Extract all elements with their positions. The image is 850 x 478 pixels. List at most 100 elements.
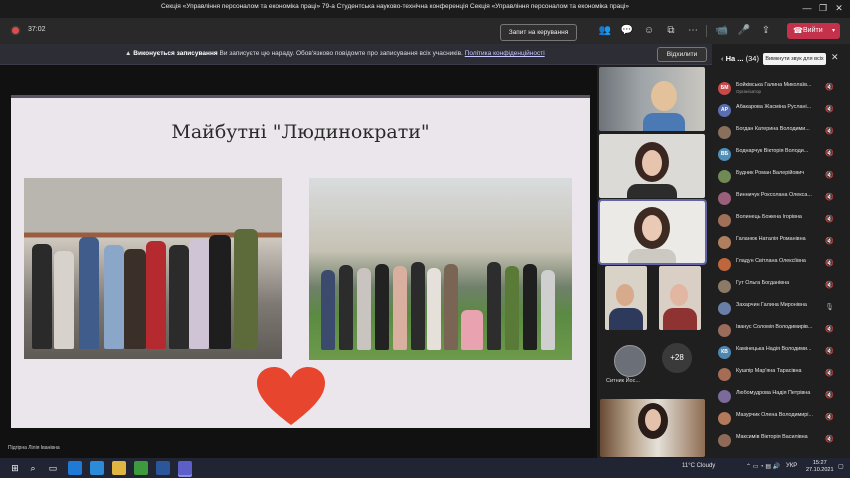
mute-all-tooltip[interactable]: Вимкнути звук для всіх (763, 53, 826, 65)
microphone-muted-icon[interactable]: 🔇 (825, 281, 834, 289)
participant-row[interactable]: КВ Камінецька Надія Володими... 🔇 (712, 342, 850, 364)
clock[interactable]: 15:27 27.10.2021 (806, 460, 834, 474)
system-tray-icons[interactable]: ⌃ ▭ ◔ ▤ 🔊 (746, 463, 780, 470)
camera-icon[interactable]: 📹 (715, 24, 729, 38)
microphone-muted-icon[interactable]: 🔇 (825, 127, 834, 135)
avatar (718, 126, 731, 139)
microphone-muted-icon[interactable]: 🔇 (825, 83, 834, 91)
share-screen-icon[interactable]: ⇪ (759, 24, 773, 38)
avatar (718, 434, 731, 447)
minimize-button[interactable]: — (800, 2, 814, 15)
microphone-on-icon[interactable]: 🎙 (825, 303, 834, 311)
meeting-timer: 37:02 (28, 26, 46, 33)
participant-avatar[interactable] (614, 345, 646, 377)
word-icon[interactable] (156, 461, 170, 475)
presentation-slide: Майбутні "Людинократи" (11, 95, 590, 428)
microphone-muted-icon[interactable]: 🔇 (825, 215, 834, 223)
microphone-muted-icon[interactable]: 🔇 (825, 105, 834, 113)
microphone-muted-icon[interactable]: 🔇 (825, 369, 834, 377)
avatar (718, 324, 731, 337)
participant-row[interactable]: Богдан Катерина Володими... 🔇 (712, 122, 850, 144)
participant-name: Абакарова Жасміна Руслані... (736, 104, 812, 110)
more-participants-badge[interactable]: +28 (662, 343, 692, 373)
reactions-icon[interactable]: ☺ (642, 24, 656, 38)
weather-widget[interactable]: 11°C Cloudy (682, 463, 715, 469)
leave-label: Вийти (803, 27, 823, 34)
microphone-muted-icon[interactable]: 🔇 (825, 149, 834, 157)
microphone-muted-icon[interactable]: 🔇 (825, 325, 834, 333)
store-icon[interactable] (90, 461, 104, 475)
participant-name: Камінецька Надія Володими... (736, 346, 812, 352)
recording-banner-text: ▲ Виконується записування Ви записуєте ц… (125, 50, 545, 57)
notifications-icon[interactable]: ▢ (838, 463, 844, 470)
participant-row[interactable]: Максимів Вікторія Василівна 🔇 (712, 430, 850, 452)
microphone-muted-icon[interactable]: 🔇 (825, 391, 834, 399)
search-icon[interactable]: ⌕ (26, 461, 40, 475)
participant-name: Волинець Божена Ігорівна (736, 214, 802, 220)
video-tile-2[interactable] (599, 134, 705, 198)
video-tile-1[interactable] (599, 67, 705, 131)
avatar (718, 214, 731, 227)
recording-banner: ▲ Виконується записування Ви записуєте ц… (0, 44, 712, 65)
participant-row[interactable]: БМ Бойківська Галина Миколаїв... Організат… (712, 78, 850, 100)
participant-count: (34) (745, 54, 759, 63)
maximize-button[interactable]: ❐ (816, 2, 830, 15)
task-view-icon[interactable]: ▭ (46, 461, 60, 475)
teams-icon[interactable] (178, 461, 192, 475)
participant-row[interactable]: Гладун Світлана Олексіївна 🔇 (712, 254, 850, 276)
more-actions-icon[interactable]: ⋯ (686, 24, 700, 38)
video-tile-5[interactable] (659, 266, 701, 330)
participant-name: Будник Роман Валерійович (736, 170, 805, 176)
participant-row[interactable]: Волинець Божена Ігорівна 🔇 (712, 210, 850, 232)
avatar: АР (718, 104, 731, 117)
microphone-muted-icon[interactable]: 🔇 (825, 171, 834, 179)
presenter-name: Підгірна Лілія Іванівна (8, 445, 60, 451)
participant-row[interactable]: Іванус Соломія Володимирів... 🔇 (712, 320, 850, 342)
microphone-muted-icon[interactable]: 🔇 (825, 237, 834, 245)
leave-button[interactable]: ☎ Вийти ▾ (787, 23, 840, 39)
rooms-icon[interactable]: ⧉ (664, 24, 678, 38)
microphone-muted-icon[interactable]: 🔇 (825, 413, 834, 421)
participant-row[interactable]: Кушпір Мар'яна Тарасівна 🔇 (712, 364, 850, 386)
participant-row[interactable]: Будник Роман Валерійович 🔇 (712, 166, 850, 188)
participant-row[interactable]: Гут Ольга Богданівна 🔇 (712, 276, 850, 298)
chrome-icon[interactable] (134, 461, 148, 475)
participant-row[interactable]: ВБ Боднарчук Вікторія Володи... 🔇 (712, 144, 850, 166)
participant-name: Іванус Соломія Володимирів... (736, 324, 813, 330)
avatar (718, 412, 731, 425)
close-icon[interactable]: ✕ (831, 52, 839, 63)
participants-icon[interactable]: 👥 (598, 24, 612, 38)
privacy-policy-link[interactable]: Політика конфіденційності (465, 50, 545, 57)
participant-name: Максимів Вікторія Василівна (736, 434, 808, 440)
request-control-button[interactable]: Запит на керування (500, 24, 577, 41)
participant-row[interactable]: Захарчин Галина Миронівна 🎙 (712, 298, 850, 320)
participant-role: Організатор (736, 89, 762, 94)
chevron-down-icon[interactable]: ▾ (832, 23, 835, 39)
language-indicator[interactable]: УКР (786, 463, 797, 469)
close-window-button[interactable]: ✕ (832, 2, 846, 15)
participant-name: Любомудрова Надія Петрівна (736, 390, 811, 396)
microphone-icon[interactable]: 🎤 (737, 24, 751, 38)
microphone-muted-icon[interactable]: 🔇 (825, 347, 834, 355)
chat-icon[interactable]: 💬 (620, 24, 634, 38)
dismiss-button[interactable]: Відхилити (657, 47, 707, 62)
group-photo-right (309, 178, 572, 360)
participant-row[interactable]: Любомудрова Надія Петрівна 🔇 (712, 386, 850, 408)
participant-name: Кушпір Мар'яна Тарасівна (736, 368, 802, 374)
microphone-muted-icon[interactable]: 🔇 (825, 259, 834, 267)
participant-row[interactable]: Винничук Роксолана Олекса... 🔇 (712, 188, 850, 210)
microphone-muted-icon[interactable]: 🔇 (825, 193, 834, 201)
participant-row[interactable]: АР Абакарова Жасміна Руслані... 🔇 (712, 100, 850, 122)
participant-row[interactable]: Галанюк Наталія Романівна 🔇 (712, 232, 850, 254)
video-tile-4[interactable] (605, 266, 647, 330)
avatar (718, 302, 731, 315)
participant-row[interactable]: Мазурчик Олена Володимирі... 🔇 (712, 408, 850, 430)
windows-start-icon[interactable]: ⊞ (8, 461, 22, 475)
edge-icon[interactable] (68, 461, 82, 475)
microphone-muted-icon[interactable]: 🔇 (825, 435, 834, 443)
video-tile-6[interactable] (600, 399, 705, 457)
participant-name: Винничук Роксолана Олекса... (736, 192, 812, 198)
file-explorer-icon[interactable] (112, 461, 126, 475)
toolbar-divider (706, 25, 707, 37)
video-tile-active-speaker[interactable] (598, 199, 707, 265)
